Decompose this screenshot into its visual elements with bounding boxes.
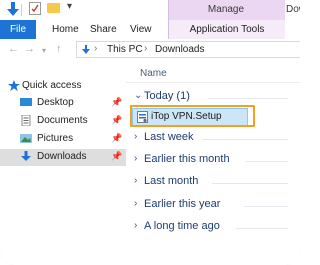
downloads-icon: [82, 45, 90, 54]
group-a-long-time-ago[interactable]: › A long time ago: [134, 220, 294, 236]
group-divider: [208, 98, 288, 99]
group-label: Earlier this year: [144, 198, 221, 210]
sidebar-item-documents[interactable]: Documents 📌: [0, 113, 126, 129]
title-bar: ▾ Manage Downlc: [0, 0, 300, 20]
documents-icon: [21, 115, 31, 126]
breadcrumb-chevron-icon[interactable]: ›: [144, 43, 147, 54]
tab-application-tools[interactable]: Application Tools: [168, 20, 285, 39]
sidebar-item-quick-access[interactable]: Quick access: [0, 78, 126, 94]
group-label: Earlier this month: [144, 153, 230, 165]
navigation-row: ← → ▾ ↑ › This PC › Downloads: [0, 39, 300, 60]
chevron-down-icon[interactable]: ⌄: [134, 90, 142, 101]
group-earlier-this-month[interactable]: › Earlier this month: [134, 153, 294, 169]
tab-home[interactable]: Home: [52, 20, 79, 39]
toolbar-separator: [21, 4, 22, 16]
highlight-box: [130, 105, 255, 127]
file-list-pane: Name ⌄ Today (1) iTop VPN.Setup › Last w…: [126, 60, 300, 265]
group-label: Last month: [144, 175, 199, 187]
sidebar-item-downloads[interactable]: Downloads 📌: [0, 149, 126, 166]
sidebar-item-label: Quick access: [22, 80, 82, 91]
group-label: Today (1): [144, 90, 190, 102]
group-divider: [236, 228, 288, 229]
breadcrumb-this-pc[interactable]: This PC: [107, 44, 143, 55]
tab-share[interactable]: Share: [90, 20, 117, 39]
manage-label: Manage: [207, 4, 245, 15]
group-divider: [244, 206, 288, 207]
window-title: Downlc: [286, 4, 300, 15]
new-folder-icon[interactable]: [47, 3, 60, 13]
forward-arrow-icon[interactable]: →: [24, 43, 35, 55]
sidebar-item-label: Desktop: [37, 97, 74, 108]
chevron-right-icon[interactable]: ›: [134, 198, 137, 209]
breadcrumb-downloads[interactable]: Downloads: [155, 44, 204, 55]
column-header-name[interactable]: Name: [140, 68, 167, 79]
chevron-right-icon[interactable]: ›: [134, 220, 137, 231]
group-label: Last week: [144, 131, 194, 143]
downloads-icon: [21, 151, 31, 161]
pin-icon[interactable]: 📌: [111, 151, 122, 162]
chevron-right-icon[interactable]: ›: [134, 175, 137, 186]
chevron-right-icon[interactable]: ›: [134, 153, 137, 164]
group-divider: [212, 183, 288, 184]
sidebar-item-label: Documents: [37, 115, 88, 126]
properties-icon[interactable]: [29, 2, 41, 15]
group-today[interactable]: ⌄ Today (1): [134, 90, 294, 106]
recent-locations-icon[interactable]: ▾: [42, 45, 46, 57]
group-label: A long time ago: [144, 220, 220, 232]
star-icon: [8, 80, 20, 91]
sidebar-item-label: Pictures: [37, 133, 74, 144]
chevron-right-icon[interactable]: ›: [134, 131, 137, 142]
group-divider: [202, 139, 288, 140]
chevron-down-icon[interactable]: ▾: [67, 1, 77, 15]
ribbon-tabs: File Home Share View Application Tools: [0, 20, 300, 40]
pin-icon[interactable]: 📌: [111, 133, 122, 144]
sidebar-item-label: Downloads: [37, 151, 87, 162]
group-last-week[interactable]: › Last week: [134, 131, 294, 147]
group-earlier-this-year[interactable]: › Earlier this year: [134, 198, 294, 214]
back-arrow-icon[interactable]: ←: [8, 43, 19, 55]
pictures-icon: [20, 134, 32, 143]
tab-file[interactable]: File: [0, 20, 36, 39]
pin-icon[interactable]: 📌: [111, 115, 122, 126]
group-last-month[interactable]: › Last month: [134, 175, 294, 191]
navigation-pane: Quick access Desktop 📌 Documents 📌 Pictu…: [0, 60, 126, 265]
download-arrow-icon[interactable]: [6, 1, 20, 17]
sidebar-item-pictures[interactable]: Pictures 📌: [0, 131, 126, 147]
desktop-icon: [20, 98, 32, 106]
up-arrow-icon[interactable]: ↑: [56, 43, 62, 55]
group-divider: [246, 161, 288, 162]
sidebar-item-desktop[interactable]: Desktop 📌: [0, 95, 126, 111]
tab-view[interactable]: View: [130, 20, 152, 39]
pin-icon[interactable]: 📌: [111, 97, 122, 108]
breadcrumb-chevron-icon[interactable]: ›: [94, 43, 97, 54]
column-divider: [126, 82, 300, 83]
address-bar[interactable]: › This PC › Downloads: [76, 41, 300, 58]
file-explorer-window: ▾ Manage Downlc File Home Share View App…: [0, 0, 300, 265]
